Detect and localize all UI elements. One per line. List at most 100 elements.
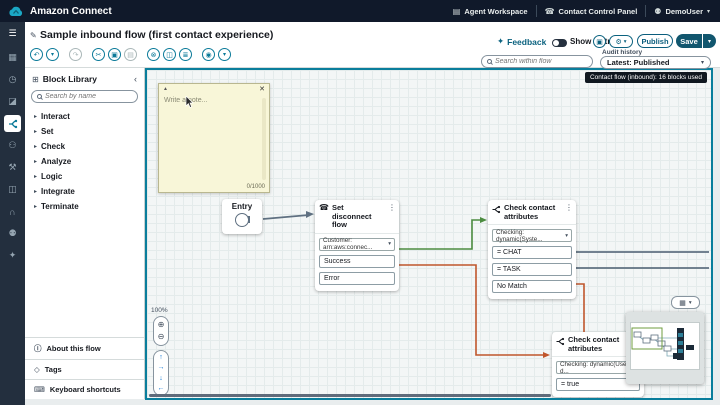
settings-menu-button[interactable]: ⚙ ▾	[609, 35, 633, 48]
flow-header: ✂ ✎ Sample inbound flow (first contact e…	[25, 22, 720, 68]
pan-down-button[interactable]: ↓	[159, 375, 163, 382]
kebab-menu-icon[interactable]: ⋮	[388, 204, 396, 212]
sidebar-item-support[interactable]: ∩	[4, 203, 21, 220]
zoom-in-button[interactable]: ⊕	[158, 321, 165, 329]
arrowhead	[306, 211, 314, 218]
history-icon: ◷	[9, 74, 17, 85]
branch-task[interactable]: = TASK	[492, 263, 572, 276]
expand-icon: ▸	[34, 113, 37, 120]
save-button[interactable]: Save	[676, 34, 702, 48]
arrowhead	[543, 352, 550, 358]
notes-button[interactable]: ≣	[179, 48, 192, 61]
block-library-search	[31, 90, 138, 103]
collapse-panel-icon[interactable]: ‹	[134, 74, 137, 84]
minimap-diagram	[631, 323, 699, 369]
category-interact[interactable]: ▸Interact	[25, 109, 144, 124]
sidebar-item-metrics[interactable]: ◪	[4, 93, 21, 110]
zoom-out-button[interactable]: ⊖	[158, 333, 165, 341]
horizontal-scrollbar[interactable]	[149, 394, 551, 397]
trash-button[interactable]: ◫	[163, 48, 176, 61]
chevron-down-icon: ▾	[624, 39, 627, 45]
sticky-note[interactable]: ▲ ✕ Write a note... 0/1000	[158, 83, 270, 193]
chevron-down-icon: ▾	[701, 59, 704, 66]
minimap-toggle-button[interactable]: ▦ ▾	[671, 296, 700, 309]
notes-icon: ≣	[183, 51, 189, 59]
entry-port-icon[interactable]	[235, 213, 249, 227]
block-set-disconnect-flow[interactable]: ☎ Set disconnect flow ⋮ Customer: arn:aw…	[315, 200, 399, 291]
agent-workspace-icon: ▤	[453, 7, 461, 16]
flow-settings-button[interactable]: ▣	[593, 35, 606, 48]
undo-button[interactable]: ↶	[30, 48, 43, 61]
audit-history-select[interactable]: Latest: Published ▾	[600, 56, 711, 69]
block-library-search-input[interactable]	[45, 93, 132, 100]
branch-no-match[interactable]: No Match	[492, 280, 572, 293]
sidebar-item-users[interactable]: ⚇	[4, 137, 21, 154]
gear-icon: ⚙	[615, 38, 621, 46]
flow-canvas[interactable]: Contact flow (inbound): 16 blocks used ▲…	[145, 68, 713, 400]
user-menu[interactable]: ⚉ DemoUser ▾	[654, 7, 710, 16]
category-logic[interactable]: ▸Logic	[25, 169, 144, 184]
paste-button[interactable]: ▤	[124, 48, 137, 61]
minimap-panel[interactable]	[626, 312, 704, 384]
close-icon[interactable]: ✕	[259, 85, 265, 93]
redo-button[interactable]: ↷	[69, 48, 82, 61]
show-metrics-toggle[interactable]	[552, 39, 567, 47]
category-set[interactable]: ▸Set	[25, 124, 144, 139]
note-handle-icon[interactable]: ▲	[163, 86, 168, 92]
sidebar-item-cases[interactable]: ◫	[4, 181, 21, 198]
sidebar-item-flows[interactable]	[4, 115, 21, 132]
kebab-menu-icon[interactable]: ⋮	[565, 204, 573, 212]
snapshot-button[interactable]: ◉	[202, 48, 215, 61]
snapshot-icon: ◉	[205, 51, 211, 59]
about-this-flow[interactable]: ⓘAbout this flow	[25, 337, 144, 359]
agent-workspace-link[interactable]: ▤ Agent Workspace	[453, 7, 528, 16]
sidebar-item-profile[interactable]: ⚉	[4, 225, 21, 242]
flow-toolbar: ↶ ▾ ↷ ✂ ▣ ▤ ⊗ ◫ ≣ ◉ ▾	[30, 48, 231, 61]
flows-icon	[8, 119, 18, 129]
profile-icon: ⚉	[8, 228, 16, 239]
snapshot-options-button[interactable]: ▾	[218, 48, 231, 61]
audit-history-label: Audit history	[602, 49, 642, 56]
category-check[interactable]: ▸Check	[25, 139, 144, 154]
pan-controls: ↑ → ↓ ←	[153, 350, 169, 396]
hamburger-menu-icon[interactable]: ☰	[8, 28, 16, 39]
contact-control-panel-link[interactable]: ☎ Contact Control Panel	[545, 7, 638, 16]
pan-up-button[interactable]: ↑	[159, 354, 163, 361]
category-integrate[interactable]: ▸Integrate	[25, 184, 144, 199]
pencil-icon[interactable]: ✎	[30, 31, 37, 40]
branch-error[interactable]: Error	[319, 272, 395, 285]
remove-button[interactable]: ⊗	[147, 48, 160, 61]
info-icon: ⓘ	[34, 343, 42, 354]
feedback-link[interactable]: ✦ Feedback	[497, 36, 546, 47]
branch-success[interactable]: Success	[319, 255, 395, 268]
block-check-contact-attributes-1[interactable]: Check contact attributes ⋮ Checking: dyn…	[488, 200, 576, 299]
note-scrollbar[interactable]	[262, 98, 266, 180]
pan-right-button[interactable]: →	[158, 364, 165, 371]
chevron-down-icon: ▾	[708, 38, 711, 45]
undo-icon: ↶	[34, 51, 40, 59]
minimap-view[interactable]	[630, 322, 700, 370]
block-parameter[interactable]: Checking: dynamic(Syste... ▾	[492, 229, 572, 242]
flow-settings-icon: ▣	[596, 38, 603, 46]
sidebar-item-integrations[interactable]: ✦	[4, 247, 21, 264]
category-terminate[interactable]: ▸Terminate	[25, 199, 144, 214]
integrations-icon: ✦	[9, 250, 17, 261]
block-parameter[interactable]: Customer: arn:aws:connec... ▾	[319, 238, 395, 251]
copy-button[interactable]: ▣	[108, 48, 121, 61]
mouse-cursor	[185, 96, 194, 108]
save-options-button[interactable]: ▾	[703, 34, 716, 48]
undo-options-button[interactable]: ▾	[46, 48, 59, 61]
sidebar-item-tools[interactable]: ⚒	[4, 159, 21, 176]
sidebar-item-dashboard[interactable]: ▦	[4, 49, 21, 66]
block-entry[interactable]: Entry	[222, 199, 262, 234]
publish-button[interactable]: Publish	[637, 34, 673, 48]
category-analyze[interactable]: ▸Analyze	[25, 154, 144, 169]
cut-button[interactable]: ✂	[92, 48, 105, 61]
sidebar-item-history[interactable]: ◷	[4, 71, 21, 88]
tags[interactable]: ◇Tags	[25, 359, 144, 379]
branch-chat[interactable]: = CHAT	[492, 246, 572, 259]
search-within-flow-input[interactable]	[495, 58, 587, 65]
block-library-title: Block Library	[43, 74, 130, 84]
pan-left-button[interactable]: ←	[158, 385, 165, 392]
keyboard-shortcuts[interactable]: ⌨Keyboard shortcuts	[25, 379, 144, 399]
